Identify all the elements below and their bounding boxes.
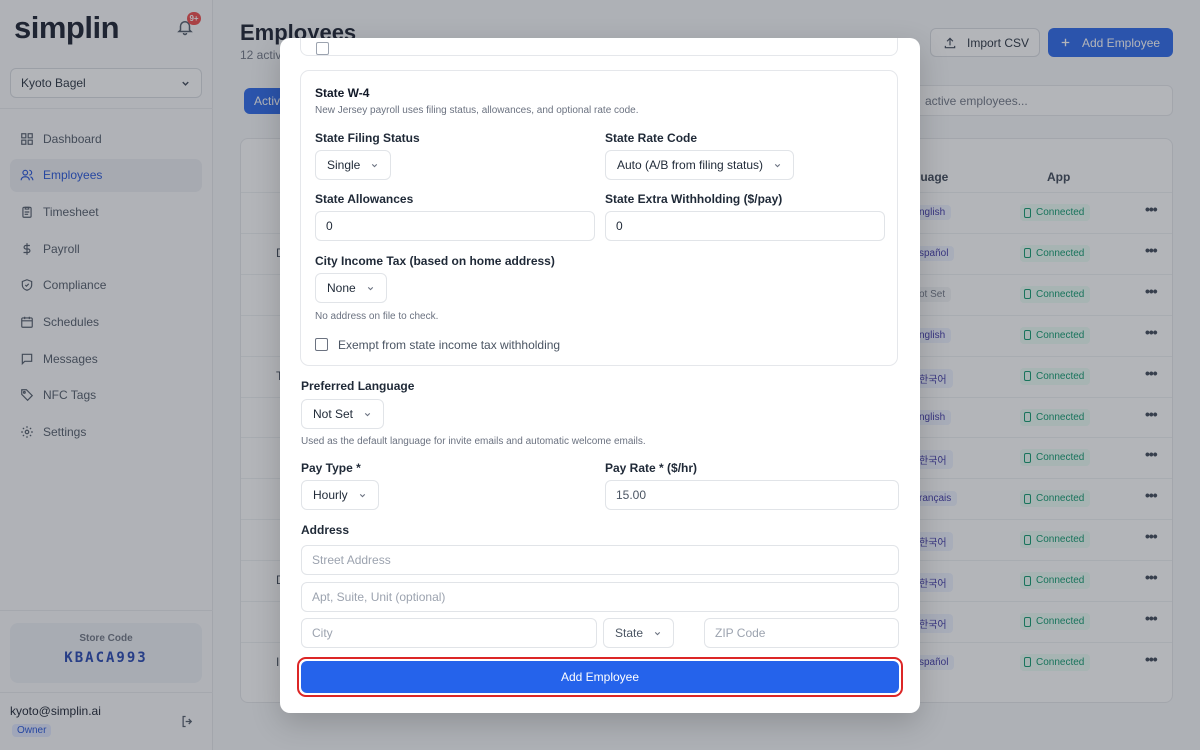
chevron-down-icon — [654, 631, 661, 635]
state-rate-code-select[interactable]: Auto (A/B from filing status) — [605, 150, 795, 180]
state-w4-help: New Jersey payroll uses filing status, a… — [315, 105, 639, 116]
previous-checkbox[interactable] — [316, 42, 329, 55]
state-select-value: State — [615, 626, 644, 640]
chevron-down-icon — [364, 412, 371, 416]
address-label: Address — [301, 523, 350, 537]
state-filing-status-select[interactable]: Single — [315, 150, 392, 180]
exempt-state-tax-checkbox[interactable] — [315, 338, 328, 351]
state-select[interactable]: State — [603, 618, 674, 648]
chevron-down-icon — [367, 286, 373, 290]
state-w4-section: State W-4 New Jersey payroll uses filing… — [300, 70, 898, 366]
city-income-tax-select[interactable]: None — [315, 273, 387, 303]
preferred-language-help: Used as the default language for invite … — [301, 436, 646, 447]
preferred-language-value: Not Set — [313, 407, 354, 421]
add-employee-submit-button[interactable]: Add Employee — [301, 661, 899, 693]
pay-type-value: Hourly — [313, 488, 348, 502]
city-income-tax-value: None — [327, 281, 356, 295]
chevron-down-icon — [774, 163, 781, 167]
state-w4-title: State W-4 — [315, 86, 370, 100]
preferred-language-select[interactable]: Not Set — [301, 399, 385, 429]
state-allowances-input[interactable]: 0 — [315, 211, 595, 241]
state-extra-withholding-input[interactable]: 0 — [605, 211, 885, 241]
chevron-down-icon — [372, 163, 378, 167]
state-filing-status-label: State Filing Status — [315, 131, 420, 145]
exempt-state-tax-label[interactable]: Exempt from state income tax withholding — [338, 338, 560, 352]
apt-suite-input[interactable]: Apt, Suite, Unit (optional) — [301, 582, 899, 612]
pay-type-select[interactable]: Hourly — [301, 480, 379, 510]
chevron-down-icon — [359, 493, 365, 497]
street-address-input[interactable]: Street Address — [301, 545, 899, 575]
city-input[interactable]: City — [301, 618, 597, 648]
state-rate-code-label: State Rate Code — [605, 131, 698, 145]
pay-rate-label: Pay Rate * ($/hr) — [605, 461, 698, 475]
pay-type-label: Pay Type * — [301, 461, 361, 475]
city-income-tax-label: City Income Tax (based on home address) — [315, 254, 555, 268]
state-allowances-label: State Allowances — [315, 192, 414, 206]
state-rate-code-value: Auto (A/B from filing status) — [617, 158, 764, 172]
zip-code-input[interactable]: ZIP Code — [704, 618, 899, 648]
state-extra-withholding-label: State Extra Withholding ($/pay) — [605, 192, 783, 206]
add-employee-modal: State W-4 New Jersey payroll uses filing… — [280, 38, 920, 713]
state-filing-status-value: Single — [327, 158, 361, 172]
pay-rate-input[interactable]: 15.00 — [605, 480, 899, 510]
city-income-tax-help: No address on file to check. — [315, 311, 439, 322]
preferred-language-label: Preferred Language — [301, 379, 415, 393]
previous-section-card — [300, 38, 898, 56]
